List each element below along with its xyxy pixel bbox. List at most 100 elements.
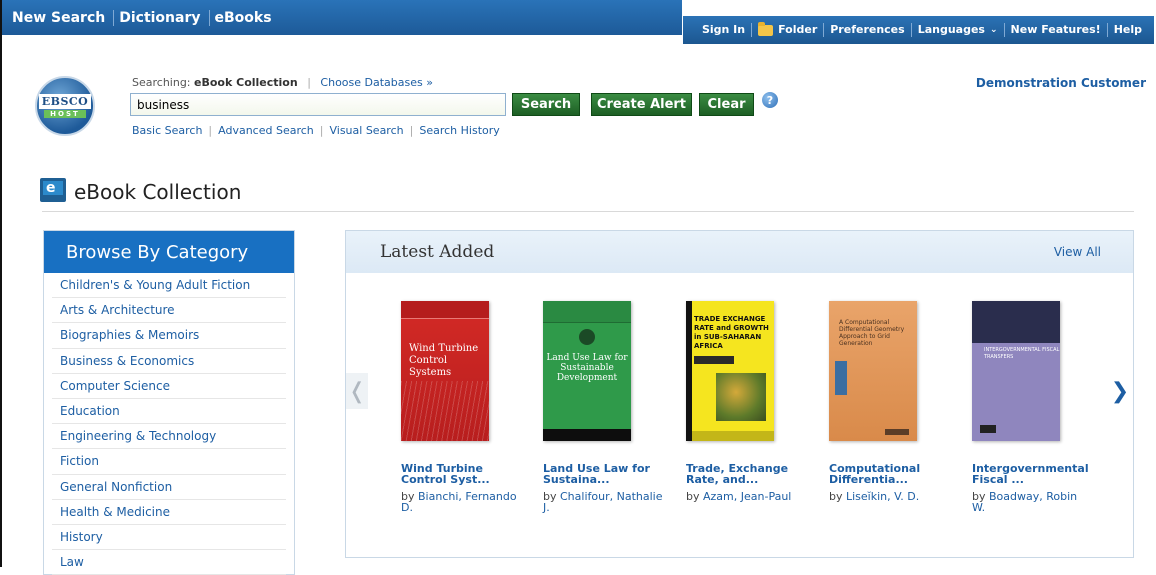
logo-text-ebsco: EBSCO [38, 94, 92, 109]
help-icon[interactable]: ? [762, 92, 778, 108]
cover-emblem [579, 329, 595, 345]
searching-label: Searching: [132, 76, 191, 89]
category-item[interactable]: Education [52, 399, 286, 425]
cover-art [401, 381, 489, 441]
category-item[interactable]: Law [52, 550, 286, 575]
chevron-down-icon: ⌄ [989, 25, 998, 35]
folder-link-label: Folder [778, 23, 818, 36]
book-author-link[interactable]: Chalifour, Nathalie J. [543, 490, 662, 514]
latest-added-title: Latest Added [380, 242, 495, 262]
new-features-link[interactable]: New Features! [1003, 23, 1107, 37]
top-navigation-bar: New Search Dictionary eBooks Sign In Fol… [2, 0, 1156, 44]
logo-text-host: HOST [44, 110, 86, 118]
book-author-line: by Boadway, Robin W. [972, 491, 1092, 513]
book-item[interactable]: Land Use Law for Sustainable Development… [543, 301, 663, 513]
separator: | [319, 124, 324, 137]
category-item[interactable]: Fiction [52, 449, 286, 475]
search-history-link[interactable]: Search History [419, 124, 499, 137]
book-author-link[interactable]: Liseĭkin, V. D. [846, 490, 919, 503]
folder-link[interactable]: Folder [751, 21, 823, 37]
divider [42, 211, 1134, 212]
separator: | [208, 124, 213, 137]
view-all-link[interactable]: View All [1054, 245, 1101, 259]
category-item[interactable]: Computer Science [52, 374, 286, 399]
choose-databases-link[interactable]: Choose Databases » [320, 76, 433, 89]
book-cover[interactable]: INTERGOVERNMENTAL FISCAL TRANSFERS [972, 301, 1060, 441]
category-item[interactable]: Children's & Young Adult Fiction [52, 273, 286, 299]
by-label: by [829, 490, 843, 503]
category-item[interactable]: History [52, 525, 286, 551]
cover-band [543, 301, 631, 323]
page-title: eBook Collection [74, 180, 242, 204]
ebook-collection-icon: e [40, 178, 66, 202]
book-title-link[interactable]: Computational Differentia... [829, 463, 949, 485]
browse-heading: Browse By Category [44, 231, 294, 273]
sign-in-link[interactable]: Sign In [696, 23, 751, 37]
folder-icon [758, 21, 774, 36]
category-item[interactable]: Health & Medicine [52, 500, 286, 525]
book-title-link[interactable]: Intergovernmental Fiscal ... [972, 463, 1092, 485]
category-item[interactable]: General Nonfiction [52, 475, 286, 500]
book-cover[interactable]: TRADE EXCHANGE RATE and GROWTH in SUB-SA… [686, 301, 774, 441]
search-input[interactable] [130, 93, 506, 116]
category-item[interactable]: Business & Economics [52, 349, 286, 374]
book-author-link[interactable]: Boadway, Robin W. [972, 490, 1077, 514]
chevron-left-icon[interactable]: ❬ [346, 373, 368, 409]
book-cover[interactable]: Wind Turbine Control Systems [401, 301, 489, 441]
cover-band [692, 431, 774, 441]
search-button[interactable]: Search [512, 93, 580, 116]
customer-name: Demonstration Customer [975, 76, 1146, 90]
clear-button[interactable]: Clear [699, 93, 754, 116]
basic-search-link[interactable]: Basic Search [132, 124, 202, 137]
browse-by-category-panel: Browse By Category Children's & Young Ad… [43, 230, 295, 575]
book-item[interactable]: A Computational Differential Geometry Ap… [829, 301, 949, 502]
book-author-line: by Liseĭkin, V. D. [829, 491, 949, 502]
advanced-search-link[interactable]: Advanced Search [218, 124, 314, 137]
cover-text: INTERGOVERNMENTAL FISCAL TRANSFERS [984, 347, 1060, 360]
cover-band [694, 356, 734, 364]
book-title-link[interactable]: Wind Turbine Control Syst... [401, 463, 521, 485]
cover-band [401, 301, 489, 319]
nav-ebooks[interactable]: eBooks [215, 10, 280, 26]
nav-new-search[interactable]: New Search [12, 9, 115, 26]
category-item[interactable]: Arts & Architecture [52, 298, 286, 324]
cover-text: TRADE EXCHANGE RATE and GROWTH in SUB-SA… [694, 315, 769, 350]
book-author-line: by Bianchi, Fernando D. [401, 491, 521, 513]
book-author-line: by Azam, Jean-Paul [686, 491, 806, 502]
nav-dictionary[interactable]: Dictionary [119, 9, 210, 26]
book-author-link[interactable]: Azam, Jean-Paul [703, 490, 791, 503]
by-label: by [686, 490, 700, 503]
category-item[interactable]: Biographies & Memoirs [52, 323, 286, 349]
account-nav: Sign In Folder Preferences Languages ⌄ Ne… [683, 16, 1154, 44]
cover-band [885, 429, 909, 435]
latest-added-header: Latest Added View All [346, 231, 1133, 273]
cover-text: Wind Turbine Control Systems [409, 343, 479, 378]
ebscohost-logo[interactable]: EBSCO HOST [35, 76, 95, 136]
latest-added-panel: Latest Added View All ❬ ❯ Wind Turbine C… [345, 230, 1134, 558]
create-alert-button[interactable]: Create Alert [591, 93, 692, 116]
search-mode-links: Basic Search | Advanced Search | Visual Sear… [132, 124, 500, 137]
book-cover[interactable]: Land Use Law for Sustainable Development [543, 301, 631, 441]
searching-line: Searching: eBook Collection | Choose Dat… [132, 76, 433, 89]
book-title-link[interactable]: Land Use Law for Sustaina... [543, 463, 663, 485]
visual-search-link[interactable]: Visual Search [329, 124, 403, 137]
chevron-right-icon[interactable]: ❯ [1109, 373, 1131, 409]
book-author-link[interactable]: Bianchi, Fernando D. [401, 490, 517, 514]
book-title-link[interactable]: Trade, Exchange Rate, and... [686, 463, 806, 485]
primary-nav: New Search Dictionary eBooks [2, 0, 682, 35]
help-link[interactable]: Help [1106, 23, 1148, 37]
cover-text: A Computational Differential Geometry Ap… [839, 319, 905, 347]
book-item[interactable]: INTERGOVERNMENTAL FISCAL TRANSFERS Inter… [972, 301, 1092, 513]
cover-band [543, 429, 631, 441]
languages-dropdown[interactable]: Languages ⌄ [910, 23, 1004, 37]
separator: | [409, 124, 414, 137]
preferences-link[interactable]: Preferences [823, 23, 910, 37]
category-item[interactable]: Engineering & Technology [52, 424, 286, 450]
cover-band [835, 361, 847, 395]
book-cover[interactable]: A Computational Differential Geometry Ap… [829, 301, 917, 441]
cover-spine [686, 301, 692, 441]
book-item[interactable]: Wind Turbine Control Systems Wind Turbin… [401, 301, 521, 513]
languages-label: Languages [917, 23, 985, 36]
searching-collection: eBook Collection [194, 76, 298, 89]
book-item[interactable]: TRADE EXCHANGE RATE and GROWTH in SUB-SA… [686, 301, 806, 502]
